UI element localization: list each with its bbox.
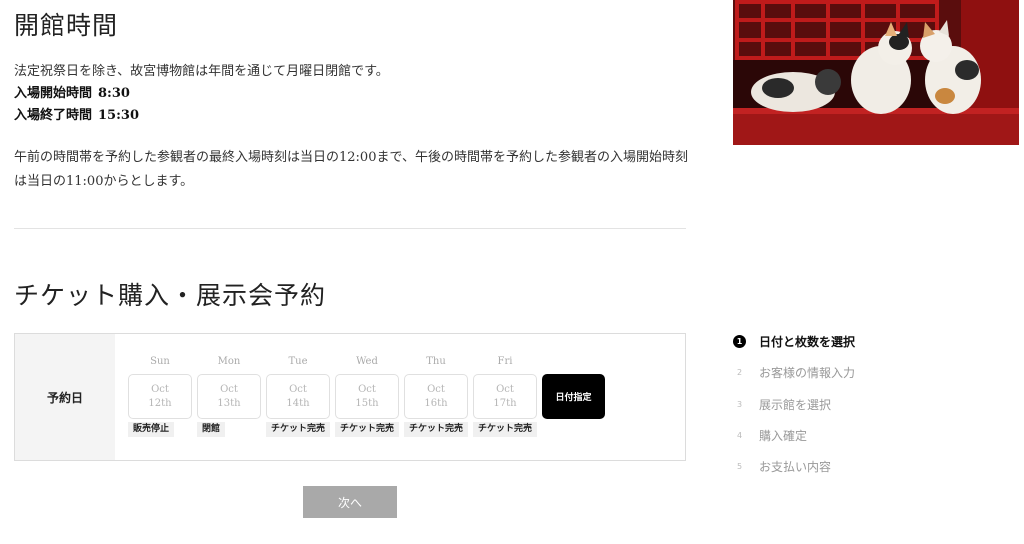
weekday-label: Fri: [497, 356, 513, 367]
step-customer-info: 2 お客様の情報入力: [733, 363, 855, 381]
step-label: 日付と枚数を選択: [759, 334, 856, 349]
weekday-label: Wed: [356, 356, 378, 367]
date-month: Oct: [427, 383, 445, 395]
closed-day-note: 法定祝祭日を除き、故宮博物館は年間を通じて月曜日閉館です。: [14, 64, 389, 79]
step-number: 5: [736, 461, 743, 471]
date-month: Oct: [358, 383, 376, 395]
entry-end-time: 入場終了時間 15:30: [14, 104, 139, 123]
date-selection-panel: 予約日 Sun Oct 12th 販売停止 Mon Oct 13th 閉館 Tu…: [14, 333, 686, 461]
opening-hours-title: 開館時間: [14, 11, 119, 40]
date-month: Oct: [220, 383, 238, 395]
weekday-label: Thu: [426, 356, 446, 367]
date-day: 16th: [424, 397, 448, 409]
date-month: Oct: [496, 383, 514, 395]
date-day: 15th: [355, 397, 379, 409]
entry-start-label: 入場開始時間: [14, 86, 93, 101]
step-select-hall: 3 展示館を選択: [733, 395, 831, 413]
step-label: お客様の情報入力: [759, 365, 856, 380]
date-day: 14th: [286, 397, 310, 409]
date-status-badge: チケット完売: [266, 422, 330, 437]
date-status-badge: 閉館: [197, 422, 226, 437]
date-month: Oct: [289, 383, 307, 395]
step-number: 1: [733, 334, 746, 348]
step-label: 展示館を選択: [759, 397, 832, 412]
weekday-label: Mon: [217, 356, 241, 367]
entry-time-note: 午前の時間帯を予約した参観者の最終入場時刻は当日の12:00まで、午後の時間帯を…: [14, 150, 688, 189]
weekday-label: Sun: [150, 356, 170, 367]
date-picker-button[interactable]: 日付指定: [542, 374, 605, 419]
section-divider: [14, 228, 686, 229]
date-status-badge: 販売停止: [128, 422, 175, 437]
date-cell-oct-16[interactable]: Oct 16th: [404, 374, 468, 419]
date-cell-oct-17[interactable]: Oct 17th: [473, 374, 537, 419]
date-status-badge: チケット完売: [473, 422, 537, 437]
entry-end-label: 入場終了時間: [14, 108, 93, 123]
cats-hero-image: [733, 0, 1019, 145]
date-cell-oct-12[interactable]: Oct 12th: [128, 374, 192, 419]
step-payment-details: 5 お支払い内容: [733, 457, 831, 475]
step-number: 3: [736, 399, 743, 409]
date-day: 12th: [148, 397, 172, 409]
date-cell-oct-14[interactable]: Oct 14th: [266, 374, 330, 419]
date-month: Oct: [151, 383, 169, 395]
entry-end-value: 15:30: [98, 108, 139, 123]
step-number: 2: [736, 367, 743, 377]
date-cell-oct-15[interactable]: Oct 15th: [335, 374, 399, 419]
date-day: 13th: [217, 397, 241, 409]
entry-start-value: 8:30: [98, 86, 130, 101]
entry-start-time: 入場開始時間 8:30: [14, 82, 130, 101]
step-number: 4: [736, 430, 743, 440]
ticket-section-title: チケット購入・展示会予約: [14, 281, 327, 310]
step-label: 購入確定: [759, 428, 808, 443]
step-confirm-purchase: 4 購入確定: [733, 426, 807, 444]
next-button[interactable]: 次へ: [303, 486, 397, 518]
date-day: 17th: [493, 397, 517, 409]
reservation-date-label: 予約日: [15, 334, 115, 460]
step-select-date: 1 日付と枚数を選択: [733, 332, 855, 350]
date-status-badge: チケット完売: [335, 422, 399, 437]
weekday-label: Tue: [288, 356, 308, 367]
date-cell-oct-13[interactable]: Oct 13th: [197, 374, 261, 419]
step-label: お支払い内容: [759, 459, 832, 474]
cats-illustration: [733, 0, 1019, 145]
date-status-badge: チケット完売: [404, 422, 468, 437]
